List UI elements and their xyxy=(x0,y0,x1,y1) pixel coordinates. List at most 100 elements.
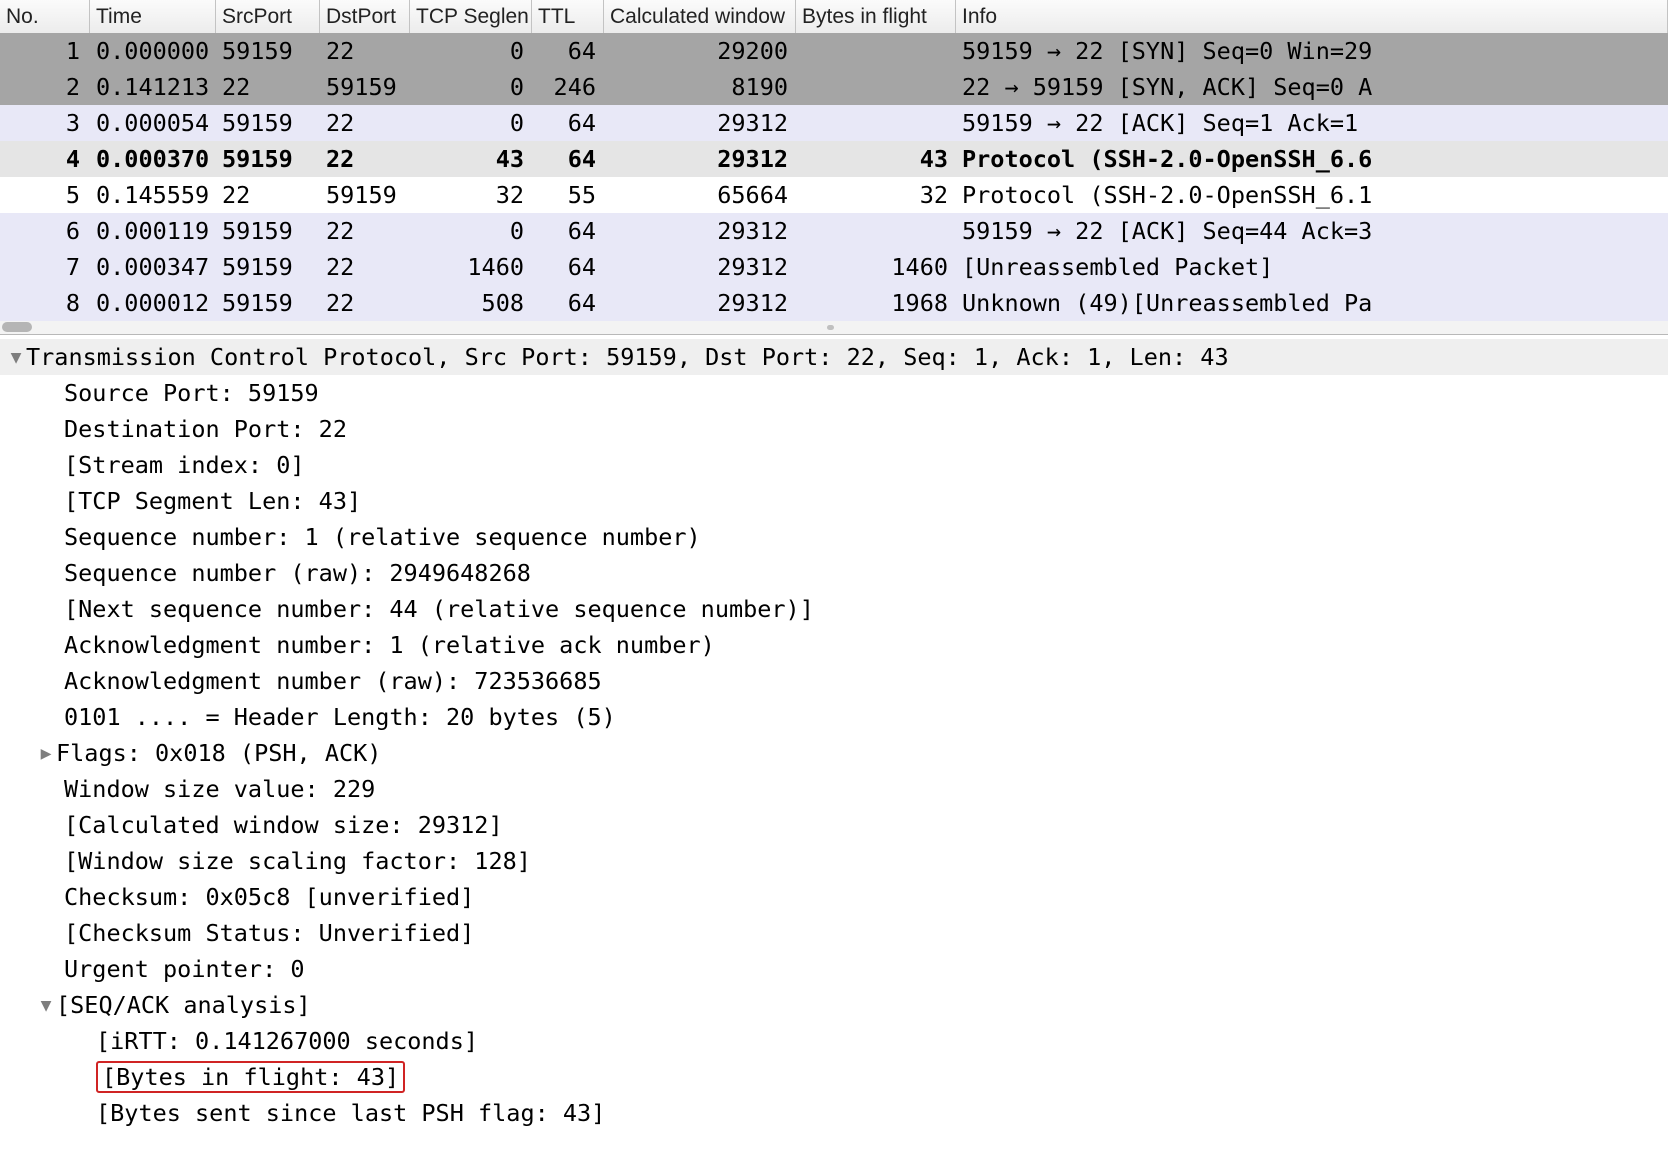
packet-rows: 10.00000059159220642920059159 → 22 [SYN]… xyxy=(0,33,1668,321)
cell-info: 59159 → 22 [SYN] Seq=0 Win=29 xyxy=(956,37,1668,65)
cell-ttl: 64 xyxy=(532,145,604,173)
cell-info: Protocol (SSH-2.0-OpenSSH_6.6 xyxy=(956,145,1668,173)
table-row[interactable]: 40.000370591592243642931243Protocol (SSH… xyxy=(0,141,1668,177)
seqack-row[interactable]: ▼ [SEQ/ACK analysis] xyxy=(0,987,1668,1023)
cell-info: 59159 → 22 [ACK] Seq=44 Ack=3 xyxy=(956,217,1668,245)
col-info[interactable]: Info xyxy=(956,0,1668,33)
cell-ttl: 55 xyxy=(532,181,604,209)
packet-header-row: No. Time SrcPort DstPort TCP Seglen TTL … xyxy=(0,0,1668,33)
detail-line[interactable]: Checksum: 0x05c8 [unverified] xyxy=(0,879,1668,915)
packet-detail-pane[interactable]: ▼ Transmission Control Protocol, Src Por… xyxy=(0,335,1668,1131)
cell-win: 29312 xyxy=(604,217,796,245)
cell-src: 59159 xyxy=(216,145,320,173)
cell-seg: 0 xyxy=(410,73,532,101)
cell-win: 29312 xyxy=(604,109,796,137)
detail-line[interactable]: [iRTT: 0.141267000 seconds] xyxy=(0,1023,1668,1059)
table-row[interactable]: 70.0003475915922146064293121460[Unreasse… xyxy=(0,249,1668,285)
cell-time: 0.000370 xyxy=(90,145,216,173)
cell-seg: 0 xyxy=(410,109,532,137)
packet-list-pane[interactable]: No. Time SrcPort DstPort TCP Seglen TTL … xyxy=(0,0,1668,335)
cell-bif: 1460 xyxy=(796,253,956,281)
detail-line[interactable]: [Window size scaling factor: 128] xyxy=(0,843,1668,879)
col-time[interactable]: Time xyxy=(90,0,216,33)
table-row[interactable]: 80.000012591592250864293121968Unknown (4… xyxy=(0,285,1668,321)
cell-seg: 43 xyxy=(410,145,532,173)
col-dst[interactable]: DstPort xyxy=(320,0,410,33)
flags-row[interactable]: ▶ Flags: 0x018 (PSH, ACK) xyxy=(0,735,1668,771)
col-seg[interactable]: TCP Seglen xyxy=(410,0,532,33)
cell-info: 59159 → 22 [ACK] Seq=1 Ack=1 xyxy=(956,109,1668,137)
disclosure-down-icon[interactable]: ▼ xyxy=(6,347,26,368)
cell-time: 0.000000 xyxy=(90,37,216,65)
cell-seg: 0 xyxy=(410,217,532,245)
detail-line[interactable]: [Bytes sent since last PSH flag: 43] xyxy=(0,1095,1668,1131)
detail-line[interactable]: Destination Port: 22 xyxy=(0,411,1668,447)
col-src[interactable]: SrcPort xyxy=(216,0,320,33)
disclosure-right-icon[interactable]: ▶ xyxy=(36,743,56,764)
detail-line[interactable]: Sequence number (raw): 2949648268 xyxy=(0,555,1668,591)
detail-line[interactable]: [TCP Segment Len: 43] xyxy=(0,483,1668,519)
cell-src: 22 xyxy=(216,73,320,101)
detail-line[interactable]: Acknowledgment number (raw): 723536685 xyxy=(0,663,1668,699)
cell-time: 0.141213 xyxy=(90,73,216,101)
cell-ttl: 64 xyxy=(532,37,604,65)
bytes-inflight-row[interactable]: [Bytes in flight: 43] xyxy=(0,1059,1668,1095)
cell-win: 29312 xyxy=(604,289,796,317)
cell-dst: 22 xyxy=(320,289,410,317)
tcp-header-row[interactable]: ▼ Transmission Control Protocol, Src Por… xyxy=(0,339,1668,375)
cell-win: 29312 xyxy=(604,253,796,281)
cell-no: 1 xyxy=(0,37,90,65)
seqack-text: [SEQ/ACK analysis] xyxy=(56,991,311,1019)
table-row[interactable]: 60.00011959159220642931259159 → 22 [ACK]… xyxy=(0,213,1668,249)
bytes-inflight-highlight: [Bytes in flight: 43] xyxy=(96,1061,405,1093)
packet-hscrollbar[interactable] xyxy=(0,321,1668,334)
col-ttl[interactable]: TTL xyxy=(532,0,604,33)
cell-src: 59159 xyxy=(216,289,320,317)
cell-ttl: 246 xyxy=(532,73,604,101)
cell-dst: 22 xyxy=(320,145,410,173)
detail-line[interactable]: [Stream index: 0] xyxy=(0,447,1668,483)
disclosure-down-icon[interactable]: ▼ xyxy=(36,995,56,1016)
col-no[interactable]: No. xyxy=(0,0,90,33)
cell-bif: 43 xyxy=(796,145,956,173)
col-bif[interactable]: Bytes in flight xyxy=(796,0,956,33)
cell-seg: 508 xyxy=(410,289,532,317)
cell-time: 0.000119 xyxy=(90,217,216,245)
table-row[interactable]: 50.145559225915932556566432Protocol (SSH… xyxy=(0,177,1668,213)
tcp-header-text: Transmission Control Protocol, Src Port:… xyxy=(26,343,1229,371)
cell-time: 0.000054 xyxy=(90,109,216,137)
flags-text: Flags: 0x018 (PSH, ACK) xyxy=(56,739,381,767)
cell-src: 59159 xyxy=(216,217,320,245)
cell-bif: 1968 xyxy=(796,289,956,317)
detail-line[interactable]: Window size value: 229 xyxy=(0,771,1668,807)
cell-time: 0.000347 xyxy=(90,253,216,281)
cell-src: 59159 xyxy=(216,253,320,281)
cell-no: 7 xyxy=(0,253,90,281)
cell-seg: 0 xyxy=(410,37,532,65)
detail-line[interactable]: [Next sequence number: 44 (relative sequ… xyxy=(0,591,1668,627)
cell-dst: 59159 xyxy=(320,181,410,209)
cell-no: 3 xyxy=(0,109,90,137)
col-win[interactable]: Calculated window xyxy=(604,0,796,33)
cell-ttl: 64 xyxy=(532,253,604,281)
table-row[interactable]: 30.00005459159220642931259159 → 22 [ACK]… xyxy=(0,105,1668,141)
cell-dst: 22 xyxy=(320,37,410,65)
cell-dst: 59159 xyxy=(320,73,410,101)
cell-src: 59159 xyxy=(216,109,320,137)
cell-win: 29312 xyxy=(604,145,796,173)
cell-dst: 22 xyxy=(320,109,410,137)
detail-line[interactable]: Sequence number: 1 (relative sequence nu… xyxy=(0,519,1668,555)
detail-line[interactable]: Acknowledgment number: 1 (relative ack n… xyxy=(0,627,1668,663)
cell-ttl: 64 xyxy=(532,289,604,317)
cell-info: Unknown (49)[Unreassembled Pa xyxy=(956,289,1668,317)
cell-info: [Unreassembled Packet] xyxy=(956,253,1668,281)
scrollbar-thumb[interactable] xyxy=(2,322,32,332)
detail-line[interactable]: [Checksum Status: Unverified] xyxy=(0,915,1668,951)
detail-line[interactable]: [Calculated window size: 29312] xyxy=(0,807,1668,843)
detail-line[interactable]: Urgent pointer: 0 xyxy=(0,951,1668,987)
detail-line[interactable]: 0101 .... = Header Length: 20 bytes (5) xyxy=(0,699,1668,735)
table-row[interactable]: 10.00000059159220642920059159 → 22 [SYN]… xyxy=(0,33,1668,69)
cell-no: 2 xyxy=(0,73,90,101)
table-row[interactable]: 20.14121322591590246819022 → 59159 [SYN,… xyxy=(0,69,1668,105)
detail-line[interactable]: Source Port: 59159 xyxy=(0,375,1668,411)
